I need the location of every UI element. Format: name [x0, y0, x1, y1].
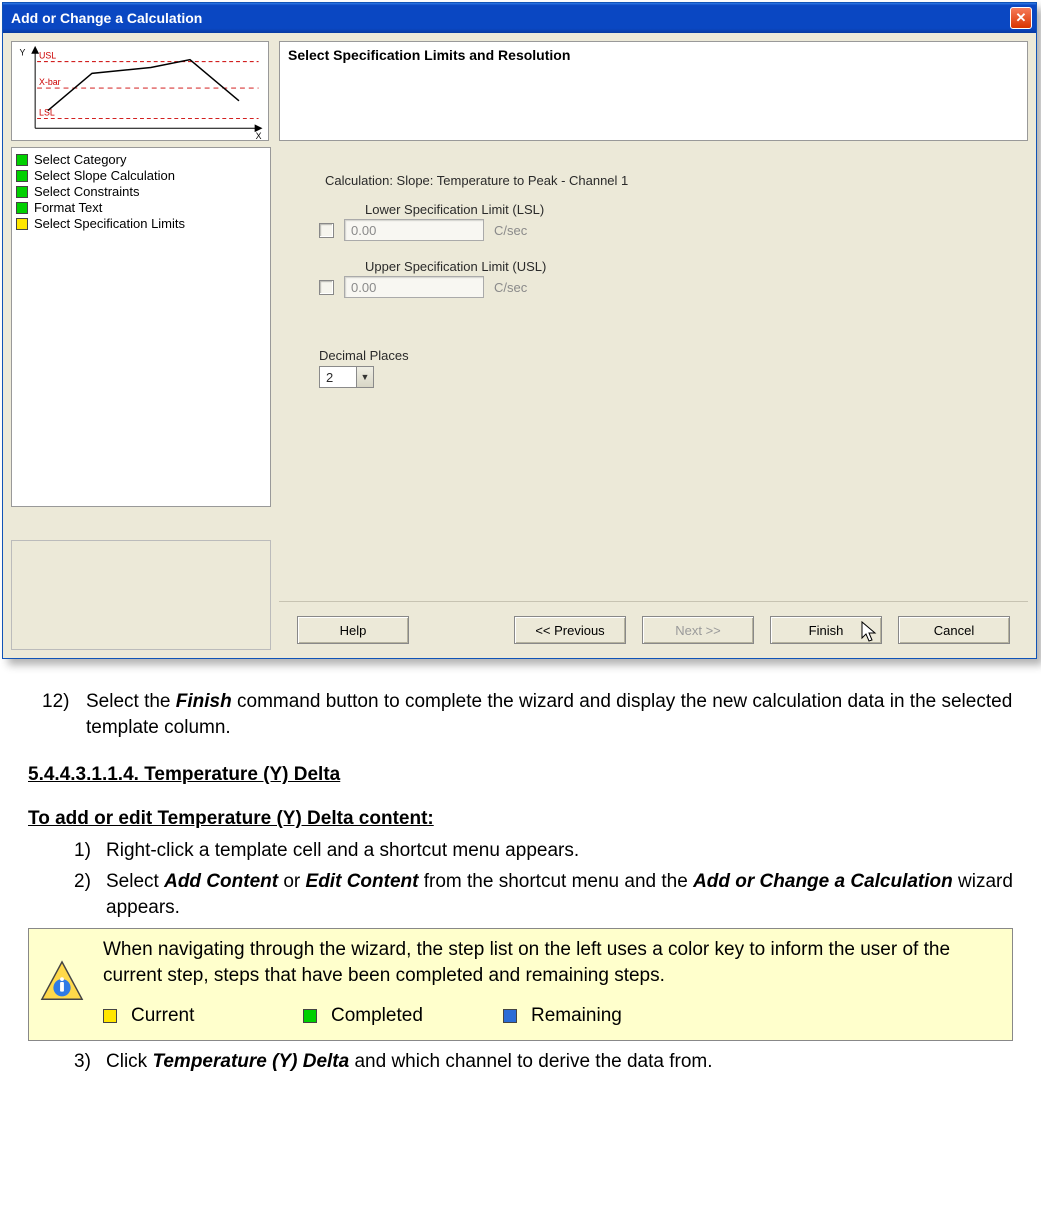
step-status-icon [16, 186, 28, 198]
lsl-label: Lower Specification Limit (LSL) [365, 202, 988, 217]
chart-usl-label: USL [39, 51, 56, 61]
step-1: 1) Right-click a template cell and a sho… [74, 838, 1013, 864]
title-bar[interactable]: Add or Change a Calculation ✕ [3, 3, 1036, 33]
calculation-label: Calculation: Slope: Temperature to Peak … [325, 173, 988, 188]
step-12: 12) Select the Finish command button to … [42, 689, 1013, 740]
close-icon: ✕ [1016, 10, 1027, 26]
decimal-places-label: Decimal Places [319, 348, 988, 363]
lsl-input[interactable] [344, 219, 484, 241]
wizard-step[interactable]: Select Specification Limits [16, 216, 266, 231]
info-warning-icon [39, 959, 85, 1005]
legend-completed-icon [303, 1009, 317, 1023]
step-header: Select Specification Limits and Resoluti… [279, 41, 1028, 141]
chevron-down-icon: ▼ [356, 367, 373, 387]
legend: Current Completed Remaining [103, 1003, 1002, 1029]
note-text: When navigating through the wizard, the … [103, 937, 1002, 988]
wizard-step[interactable]: Format Text [16, 200, 266, 215]
legend-remaining-label: Remaining [531, 1003, 622, 1029]
decimal-places-select[interactable]: 2 ▼ [319, 366, 374, 388]
step-status-icon [16, 154, 28, 166]
wizard-step[interactable]: Select Category [16, 152, 266, 167]
left-lower-panel [11, 540, 271, 650]
usl-unit: C/sec [494, 280, 527, 295]
step-label: Select Slope Calculation [34, 168, 175, 183]
dialog-window: Add or Change a Calculation ✕ Y X [2, 2, 1037, 659]
step-label: Format Text [34, 200, 102, 215]
lsl-checkbox[interactable] [319, 223, 334, 238]
help-button[interactable]: Help [297, 616, 409, 644]
usl-checkbox[interactable] [319, 280, 334, 295]
chart-x-label: X [256, 131, 262, 140]
window-title: Add or Change a Calculation [11, 10, 202, 26]
wizard-step[interactable]: Select Slope Calculation [16, 168, 266, 183]
step-status-icon [16, 218, 28, 230]
legend-completed-label: Completed [331, 1003, 423, 1029]
note-box: When navigating through the wizard, the … [28, 928, 1013, 1041]
subsection-heading: To add or edit Temperature (Y) Delta con… [28, 806, 1013, 832]
legend-current-label: Current [131, 1003, 194, 1029]
legend-current-icon [103, 1009, 117, 1023]
step-status-icon [16, 202, 28, 214]
step-3: 3) Click Temperature (Y) Delta and which… [74, 1049, 1013, 1075]
wizard-step[interactable]: Select Constraints [16, 184, 266, 199]
document-body: 12) Select the Finish command button to … [0, 675, 1041, 1093]
cursor-icon [860, 620, 880, 644]
chart-lsl-label: LSL [39, 108, 55, 118]
step-2: 2) Select Add Content or Edit Content fr… [74, 869, 1013, 920]
step-label: Select Category [34, 152, 127, 167]
step-status-icon [16, 170, 28, 182]
step-label: Select Constraints [34, 184, 140, 199]
chart-xbar-label: X-bar [39, 77, 61, 87]
usl-label: Upper Specification Limit (USL) [365, 259, 988, 274]
chart-preview: Y X USL X-bar LSL [11, 41, 269, 141]
chart-y-label: Y [19, 48, 25, 58]
decimal-places-value: 2 [326, 370, 333, 385]
usl-input[interactable] [344, 276, 484, 298]
lsl-unit: C/sec [494, 223, 527, 238]
close-button[interactable]: ✕ [1010, 7, 1032, 29]
previous-button[interactable]: << Previous [514, 616, 626, 644]
step-label: Select Specification Limits [34, 216, 185, 231]
wizard-steps-list: Select Category Select Slope Calculation… [11, 147, 271, 507]
next-button: Next >> [642, 616, 754, 644]
section-heading: 5.4.4.3.1.1.4. Temperature (Y) Delta [28, 762, 1013, 788]
cancel-button[interactable]: Cancel [898, 616, 1010, 644]
legend-remaining-icon [503, 1009, 517, 1023]
